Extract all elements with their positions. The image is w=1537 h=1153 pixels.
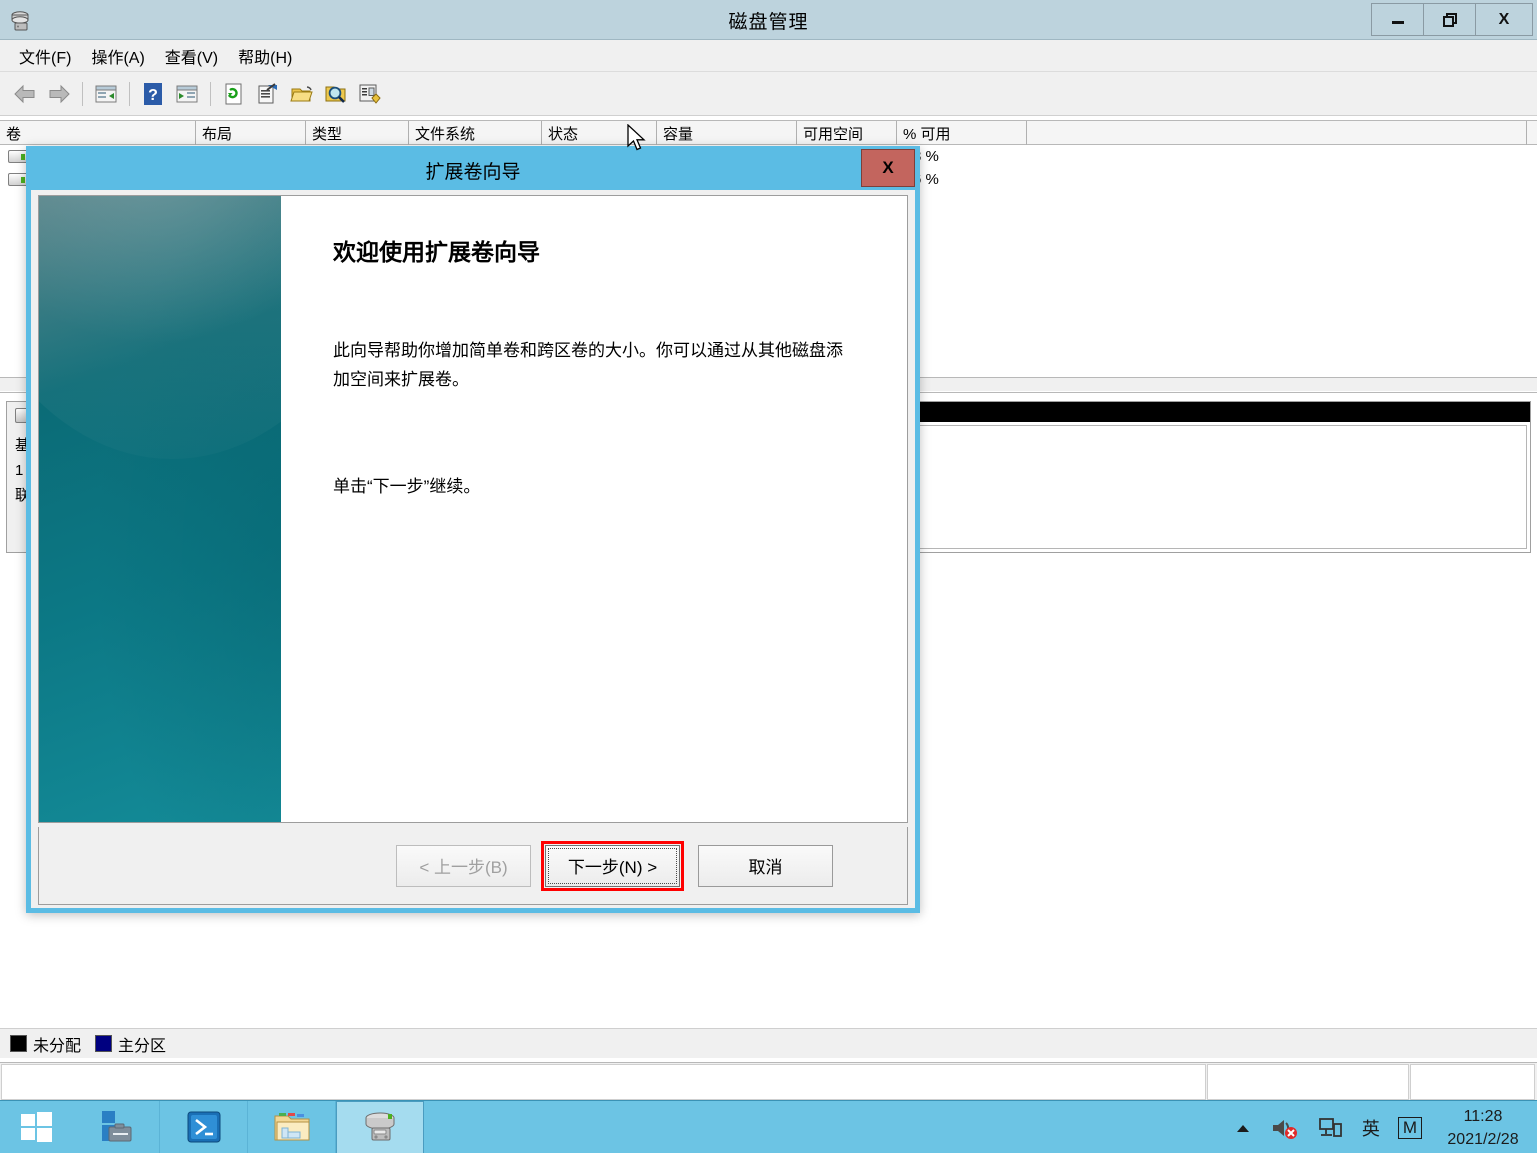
next-button-highlight: 下一步(N) >: [541, 841, 684, 891]
maximize-button[interactable]: [1424, 4, 1476, 35]
toolbar-separator: [82, 82, 83, 106]
search-icon[interactable]: [321, 79, 351, 109]
properties-icon[interactable]: [253, 79, 283, 109]
wizard-instruction: 单击“下一步”继续。: [333, 472, 871, 501]
ime-language-label: 英: [1362, 1115, 1380, 1141]
column-layout[interactable]: 布局: [196, 121, 306, 145]
dialog-title: 扩展卷向导: [425, 157, 520, 184]
taskbar-server-manager[interactable]: [72, 1101, 160, 1153]
legend-swatch-primary: [95, 1035, 112, 1052]
statusbar: [0, 1062, 1537, 1100]
mouse-cursor: [627, 124, 649, 159]
legend-item-unallocated: 未分配: [10, 1032, 81, 1056]
column-capacity[interactable]: 容量: [657, 121, 797, 145]
menu-action[interactable]: 操作(A): [82, 41, 153, 71]
page-title: 欢迎使用扩展卷向导: [333, 236, 871, 268]
menu-help[interactable]: 帮助(H): [229, 41, 301, 71]
network-icon[interactable]: [1318, 1116, 1344, 1140]
toolbar: ?: [0, 72, 1537, 116]
window-controls: X: [1371, 3, 1533, 36]
dialog-close-button[interactable]: X: [861, 149, 915, 187]
close-button[interactable]: X: [1476, 4, 1532, 35]
status-pane-main: [1, 1064, 1206, 1100]
up-one-level-icon[interactable]: [91, 79, 121, 109]
toolbar-separator: [129, 82, 130, 106]
clock[interactable]: 11:28 2021/2/28: [1437, 1105, 1529, 1151]
ime-language-indicator[interactable]: 英: [1362, 1115, 1380, 1141]
ime-mode-label: M: [1398, 1117, 1422, 1139]
help-icon[interactable]: ?: [138, 79, 168, 109]
svg-text:?: ?: [148, 87, 158, 104]
refresh-icon[interactable]: [219, 79, 249, 109]
ime-mode-indicator[interactable]: M: [1398, 1117, 1422, 1139]
back-icon[interactable]: [10, 79, 40, 109]
legend-item-primary: 主分区: [95, 1032, 166, 1056]
show-hide-tree-icon[interactable]: [172, 79, 202, 109]
cancel-button[interactable]: 取消: [698, 845, 833, 887]
dialog-footer: < 上一步(B) 下一步(N) > 取消: [38, 827, 908, 905]
legend-label: 未分配: [33, 1032, 81, 1056]
wizard-banner-image: [39, 196, 281, 822]
volume-percent-free: 6 %: [907, 171, 1037, 188]
back-button[interactable]: < 上一步(B): [396, 845, 531, 887]
taskbar-file-explorer[interactable]: [248, 1101, 336, 1153]
rescan-disks-icon[interactable]: [355, 79, 385, 109]
column-percent-free[interactable]: % 可用: [897, 121, 1027, 145]
forward-icon[interactable]: [44, 79, 74, 109]
minimize-button[interactable]: [1372, 4, 1424, 35]
status-pane-three: [1410, 1064, 1535, 1100]
volume-icon: [8, 150, 28, 163]
window-titlebar: 磁盘管理 X: [0, 0, 1537, 40]
status-pane-two: [1207, 1064, 1409, 1100]
column-filesystem[interactable]: 文件系统: [409, 121, 542, 145]
column-extra[interactable]: [1027, 121, 1527, 145]
toolbar-separator: [210, 82, 211, 106]
menu-view[interactable]: 查看(V): [156, 41, 227, 71]
legend-swatch-unallocated: [10, 1035, 27, 1052]
system-tray: 英 M 11:28 2021/2/28: [1225, 1101, 1537, 1153]
dialog-main-area: 欢迎使用扩展卷向导 此向导帮助你增加简单卷和跨区卷的大小。你可以通过从其他磁盘添…: [281, 196, 907, 822]
menu-file[interactable]: 文件(F): [10, 41, 80, 71]
legend: 未分配 主分区: [0, 1028, 1537, 1058]
clock-time: 11:28: [1437, 1105, 1529, 1128]
volume-muted-icon[interactable]: [1270, 1115, 1300, 1141]
legend-label: 主分区: [118, 1032, 166, 1056]
volume-list-header: 卷 布局 类型 文件系统 状态 容量 可用空间 % 可用: [0, 120, 1537, 145]
wizard-description: 此向导帮助你增加简单卷和跨区卷的大小。你可以通过从其他磁盘添加空间来扩展卷。: [333, 336, 853, 394]
taskbar-powershell[interactable]: [160, 1101, 248, 1153]
column-volume[interactable]: 卷: [0, 121, 196, 145]
column-type[interactable]: 类型: [306, 121, 409, 145]
extend-volume-wizard-dialog: 扩展卷向导 X 欢迎使用扩展卷向导 此向导帮助你增加简单卷和跨区卷的大小。你可以…: [26, 146, 920, 913]
show-hidden-icons-button[interactable]: [1234, 1121, 1252, 1135]
next-button[interactable]: 下一步(N) >: [545, 845, 680, 887]
window-title: 磁盘管理: [0, 0, 1537, 40]
disk-management-window: 磁盘管理 X 文件(F) 操作(A) 查看(V) 帮助(H): [0, 0, 1537, 1153]
open-folder-icon[interactable]: [287, 79, 317, 109]
volume-percent-free: 8 %: [907, 148, 1037, 165]
dialog-titlebar: 扩展卷向导 X: [31, 151, 915, 190]
clock-date: 2021/2/28: [1437, 1128, 1529, 1151]
menubar: 文件(F) 操作(A) 查看(V) 帮助(H): [0, 40, 1537, 72]
start-button[interactable]: [0, 1101, 72, 1153]
taskbar-disk-management[interactable]: [336, 1101, 424, 1153]
disk-management-icon: [4, 3, 38, 37]
taskbar: 英 M 11:28 2021/2/28: [0, 1100, 1537, 1153]
volume-icon: [8, 173, 28, 186]
column-free-space[interactable]: 可用空间: [797, 121, 897, 145]
dialog-content: 欢迎使用扩展卷向导 此向导帮助你增加简单卷和跨区卷的大小。你可以通过从其他磁盘添…: [38, 195, 908, 823]
